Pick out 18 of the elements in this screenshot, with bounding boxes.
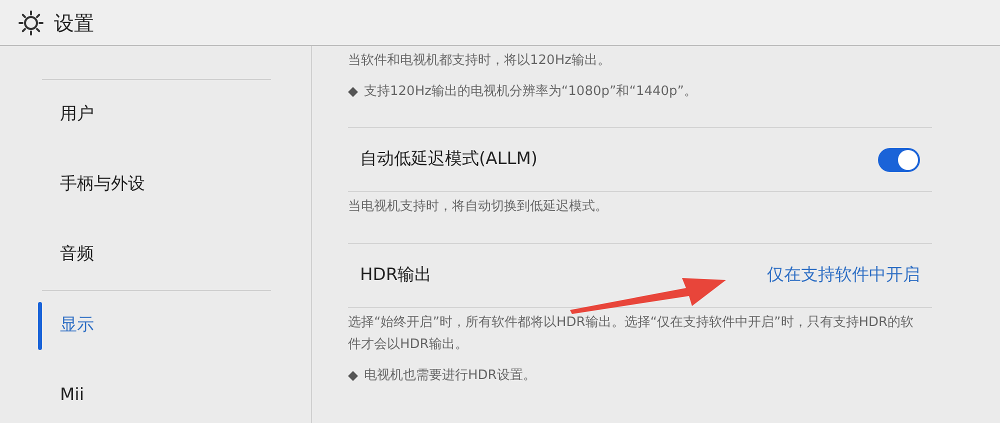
- toggle-switch[interactable]: [878, 148, 920, 172]
- description-text: 电视机也需要进行HDR设置。: [364, 367, 536, 385]
- bullet-icon: [348, 371, 358, 381]
- setting-label: 自动低延迟模式(ALLM): [360, 148, 538, 171]
- window-title: 设置: [54, 10, 94, 36]
- bullet-icon: [348, 87, 358, 97]
- description-text: 支持120Hz输出的电视机分辨率为“1080p”和“1440p”。: [364, 83, 698, 101]
- description-text: 当电视机支持时，将自动切换到低延迟模式。: [348, 198, 609, 216]
- sidebar-item[interactable]: 手柄与外设: [60, 172, 145, 198]
- setting-value[interactable]: 仅在支持软件中开启: [767, 262, 920, 288]
- sidebar-item[interactable]: 显示: [60, 313, 94, 339]
- sidebar-item[interactable]: Mii: [60, 383, 84, 409]
- sidebar-item[interactable]: 用户: [60, 102, 94, 128]
- sidebar-item[interactable]: 音频: [60, 242, 94, 268]
- setting-label: HDR输出: [360, 264, 432, 287]
- settings-icon: [18, 10, 44, 36]
- description-text: 当软件和电视机都支持时，将以120Hz输出。: [348, 52, 612, 70]
- description-text: 选择“始终开启”时，所有软件都将以HDR输出。选择“仅在支持软件中开启”时，只有支持HDR的软件才会以HDR输出。: [348, 314, 915, 354]
